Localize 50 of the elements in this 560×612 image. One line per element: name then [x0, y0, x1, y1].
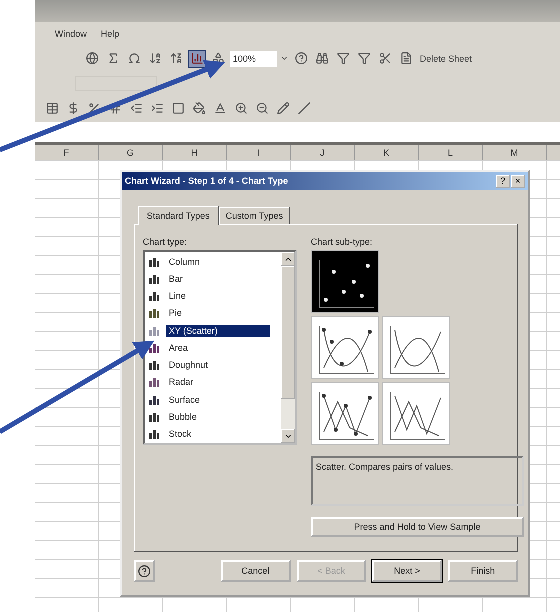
dialog-button[interactable]: Next > — [372, 560, 442, 582]
chart-type-icon — [148, 359, 160, 372]
chart-icon[interactable] — [188, 50, 206, 68]
sub-type-option[interactable] — [382, 316, 450, 379]
close-button[interactable]: × — [511, 174, 525, 188]
delete-sheet-button[interactable]: Delete Sheet — [418, 54, 474, 64]
list-item[interactable]: Pie — [166, 307, 186, 320]
chart-type-icon — [148, 394, 160, 406]
list-item[interactable]: XY (Scatter) — [166, 324, 270, 337]
tab[interactable]: Standard Types — [138, 206, 219, 225]
list-item[interactable]: Bar — [166, 272, 186, 285]
menu-item[interactable]: Help — [101, 28, 120, 38]
chart-type-icon — [148, 376, 160, 388]
dialog-button[interactable]: Cancel — [220, 560, 291, 582]
tab[interactable]: Custom Types — [218, 207, 290, 224]
list-item[interactable]: Radar — [166, 376, 197, 388]
description-text: Scatter. Compares pairs of values. — [311, 456, 524, 506]
chart-type-icon — [148, 256, 160, 268]
zoom-field[interactable]: 100% — [230, 50, 277, 66]
help-button[interactable]: ? — [496, 174, 510, 188]
list-item[interactable]: Stock — [166, 428, 195, 440]
sub-type-option[interactable] — [311, 316, 379, 379]
chart-type-icon — [148, 411, 160, 424]
list-item[interactable]: Area — [166, 342, 192, 354]
list-item[interactable]: Line — [166, 290, 190, 302]
chart-type-label: Chart type: — [143, 237, 188, 247]
chart-type-icon — [148, 324, 160, 337]
list-item[interactable]: Column — [166, 256, 204, 268]
chart-type-icon — [148, 290, 160, 302]
sub-type-option[interactable] — [311, 250, 379, 313]
sub-type-label: Chart sub-type: — [311, 237, 374, 247]
dropdown-icon[interactable] — [280, 54, 289, 63]
sub-type-option[interactable] — [382, 382, 450, 445]
scrollbar[interactable] — [281, 252, 295, 443]
chart-type-icon — [148, 342, 160, 354]
dialog-button[interactable]: Finish — [448, 560, 518, 582]
list-item[interactable]: Bubble — [166, 411, 200, 424]
scroll-up-button[interactable] — [281, 252, 295, 266]
sample-button[interactable]: Press and Hold to View Sample — [311, 517, 524, 537]
help-icon[interactable] — [134, 560, 155, 582]
list-item[interactable]: Doughnut — [166, 359, 212, 372]
chart-type-icon — [148, 272, 160, 285]
sub-type-option[interactable] — [311, 382, 379, 445]
font-field[interactable] — [75, 76, 157, 91]
chart-type-icon — [148, 307, 160, 320]
scroll-down-button[interactable] — [281, 429, 295, 443]
menu-item[interactable]: Window — [55, 28, 88, 38]
chart-type-icon — [148, 428, 160, 440]
dialog-title: Chart Wizard - Step 1 of 4 - Chart Type — [125, 176, 288, 186]
list-item[interactable]: Surface — [166, 394, 204, 406]
